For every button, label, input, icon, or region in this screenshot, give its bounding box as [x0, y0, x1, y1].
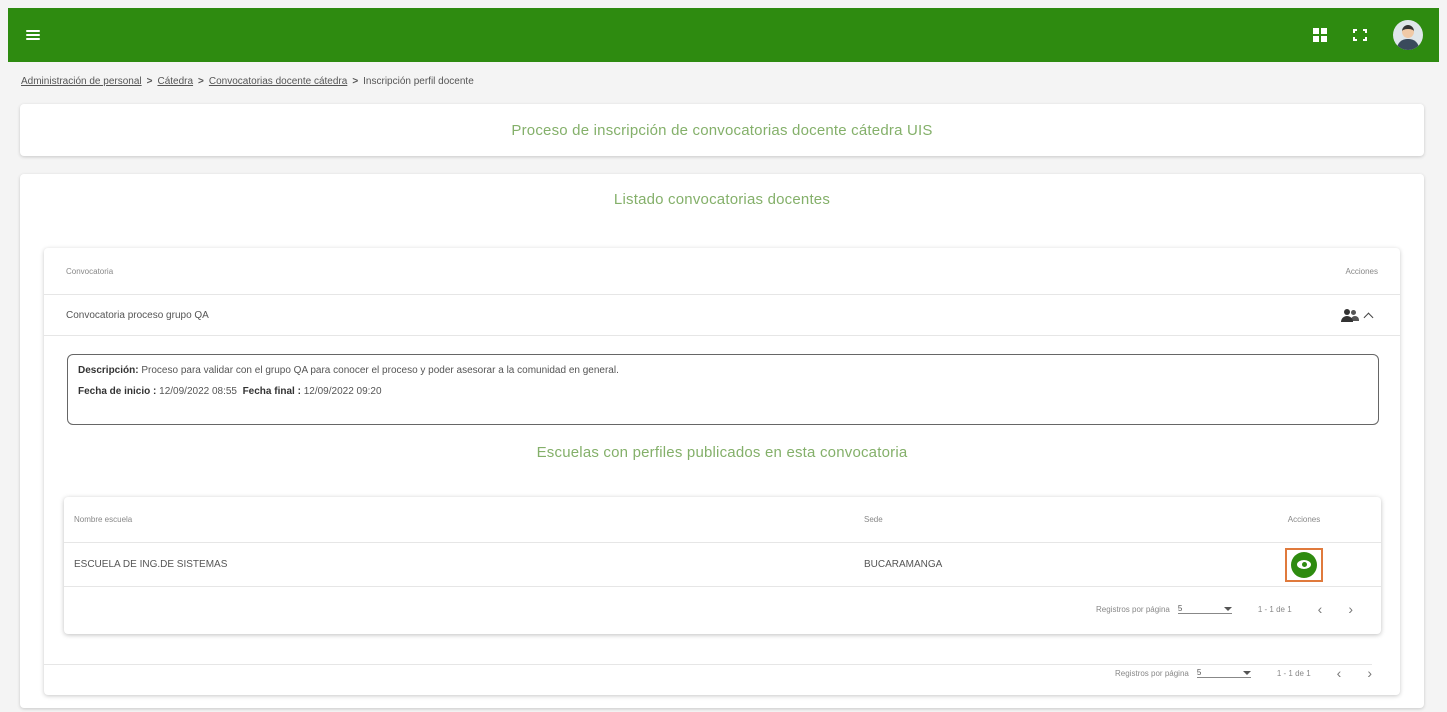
eye-icon — [1291, 551, 1317, 578]
schools-table: Nombre escuela Sede Acciones ESCUELA DE … — [64, 497, 1381, 634]
table-row: ESCUELA DE ING.DE SISTEMAS BUCARAMANGA — [64, 543, 1381, 587]
breadcrumb-separator: > — [198, 76, 204, 87]
next-page-button[interactable]: › — [1367, 665, 1372, 681]
chevron-up-icon[interactable] — [1363, 312, 1374, 322]
convocatorias-card: Listado convocatorias docentes Convocato… — [20, 174, 1424, 708]
next-page-button[interactable]: › — [1348, 601, 1353, 617]
school-name: ESCUELA DE ING.DE SISTEMAS — [74, 559, 228, 570]
page-range: 1 - 1 de 1 — [1257, 604, 1292, 614]
column-header-nombre-escuela: Nombre escuela — [74, 515, 133, 524]
top-app-bar — [8, 8, 1439, 62]
start-date-label: Fecha de inicio : — [78, 386, 157, 397]
description-line: Descripción: Proceso para validar con el… — [78, 365, 1368, 376]
description-text: Proceso para validar con el grupo QA par… — [141, 365, 619, 376]
user-avatar[interactable] — [1393, 20, 1423, 50]
breadcrumb-link-convocatorias[interactable]: Convocatorias docente cátedra — [209, 76, 347, 87]
start-date-value: 12/09/2022 08:55 — [159, 386, 237, 397]
view-profile-button[interactable] — [1285, 547, 1323, 582]
hamburger-menu-icon[interactable] — [26, 30, 40, 40]
breadcrumb-separator: > — [146, 76, 153, 87]
dates-line: Fecha de inicio : 12/09/2022 08:55 Fecha… — [78, 386, 1368, 397]
breadcrumb-current: Inscripción perfil docente — [363, 76, 474, 87]
breadcrumb-separator: > — [352, 76, 359, 87]
school-actions — [1254, 547, 1354, 582]
table-row[interactable]: Convocatoria proceso grupo QA — [44, 295, 1400, 336]
convocatorias-paginator: Registros por página 5 1 - 1 de 1 ‹ › — [44, 664, 1372, 681]
schools-title: Escuelas con perfiles publicados en esta… — [536, 444, 908, 461]
breadcrumb: Administración de personal > Cátedra > C… — [21, 76, 474, 87]
page-size-select[interactable]: 5 — [1196, 668, 1251, 678]
row-actions — [1341, 309, 1374, 322]
previous-page-button[interactable]: ‹ — [1337, 665, 1342, 681]
end-date-value: 12/09/2022 09:20 — [303, 386, 382, 397]
column-header-acciones: Acciones — [1287, 515, 1321, 524]
end-date-label: Fecha final : — [242, 386, 301, 397]
column-header-sede: Sede — [864, 515, 883, 524]
page-range: 1 - 1 de 1 — [1276, 668, 1311, 678]
schools-paginator: Registros por página 5 1 - 1 de 1 ‹ › — [1096, 601, 1353, 617]
list-title: Listado convocatorias docentes — [613, 191, 831, 208]
column-header-acciones: Acciones — [1345, 266, 1378, 276]
page-size-label: Registros por página — [1096, 604, 1170, 614]
convocatoria-details: Descripción: Proceso para validar con el… — [67, 354, 1379, 425]
page-size-label: Registros por página — [1115, 668, 1189, 678]
breadcrumb-link-catedra[interactable]: Cátedra — [157, 76, 193, 87]
page-size-value: 5 — [1196, 668, 1202, 677]
dropdown-caret-icon — [1223, 606, 1232, 611]
topbar-actions — [1313, 20, 1423, 50]
previous-page-button[interactable]: ‹ — [1318, 601, 1323, 617]
page-size-value: 5 — [1177, 604, 1183, 613]
page-size-select[interactable]: 5 — [1177, 604, 1232, 614]
page-title-card: Proceso de inscripción de convocatorias … — [20, 104, 1424, 156]
school-sede: BUCARAMANGA — [864, 559, 943, 570]
dropdown-caret-icon — [1242, 670, 1251, 675]
column-header-convocatoria: Convocatoria — [66, 266, 114, 276]
grid-apps-icon[interactable] — [1313, 28, 1327, 42]
people-icon[interactable] — [1341, 309, 1359, 322]
convocatorias-table: Convocatoria Acciones Convocatoria proce… — [44, 248, 1400, 695]
table-header: Convocatoria Acciones — [44, 248, 1400, 295]
page-title: Proceso de inscripción de convocatorias … — [511, 121, 933, 139]
convocatoria-name: Convocatoria proceso grupo QA — [66, 309, 209, 321]
description-label: Descripción: — [78, 365, 139, 376]
schools-table-header: Nombre escuela Sede Acciones — [64, 497, 1381, 543]
fullscreen-icon[interactable] — [1353, 29, 1367, 41]
breadcrumb-link-administracion[interactable]: Administración de personal — [21, 76, 142, 87]
